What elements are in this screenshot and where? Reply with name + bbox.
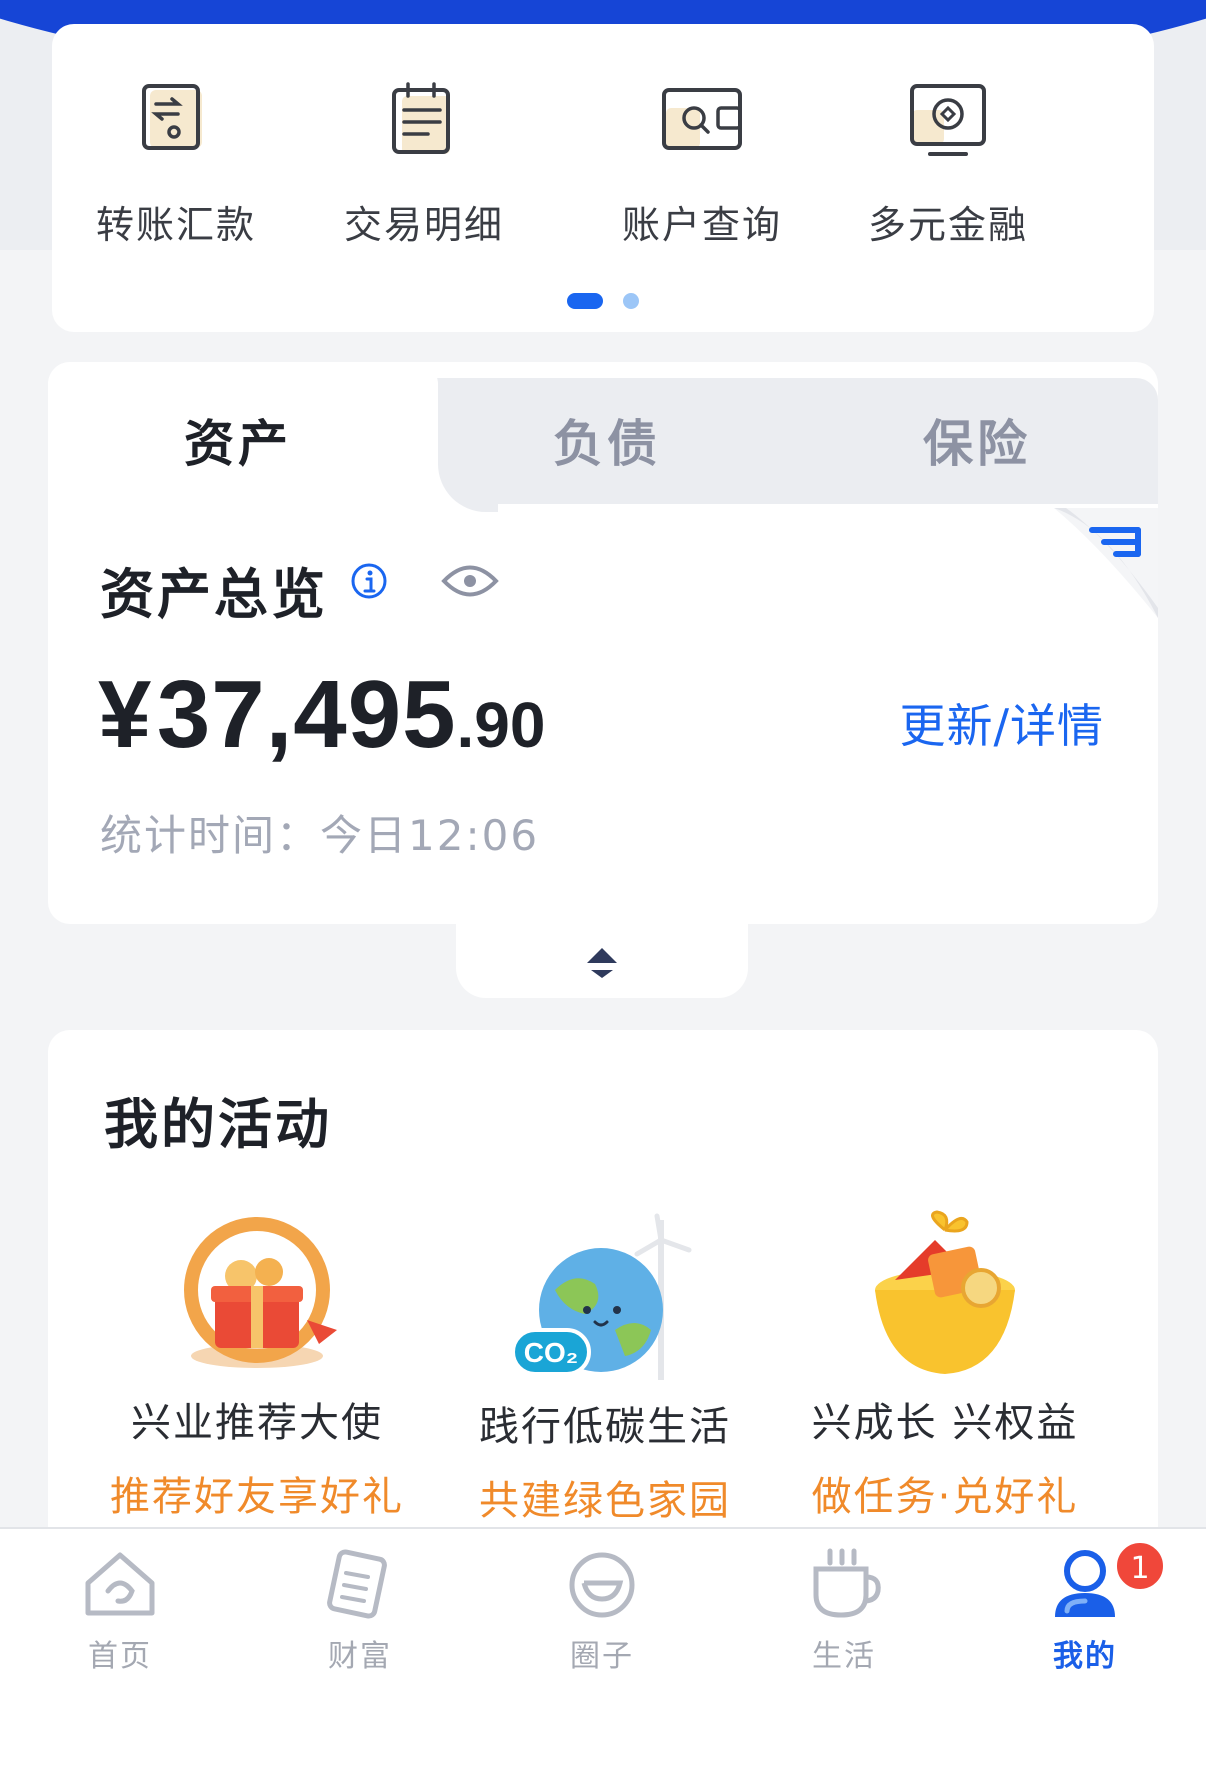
transfer-icon xyxy=(142,84,202,150)
account-query-icon xyxy=(662,88,742,150)
transaction-list-icon xyxy=(392,82,450,154)
quick-transfer-label: 转账汇款 xyxy=(95,203,256,247)
tab-curve xyxy=(438,462,498,512)
bottom-nav: 首页 财富 圈子 生活 我的 xyxy=(0,1527,1206,1770)
tab-assets[interactable]: 资产 xyxy=(184,404,292,476)
amount-integer: 37,495 xyxy=(156,661,457,768)
tab-liabilities[interactable]: 负债 xyxy=(553,404,661,476)
gift-coins-icon xyxy=(875,1210,1015,1374)
activities-title: 我的活动 xyxy=(104,1093,332,1156)
activity-low-carbon[interactable]: CO₂ 践行低碳生活 共建绿色家园 xyxy=(440,1210,770,1526)
nav-home-label: 首页 xyxy=(88,1639,152,1674)
eye-icon[interactable] xyxy=(440,558,500,604)
quick-services-card: 转账汇款 交易明细 账户查询 多元金融 xyxy=(52,24,1154,332)
quick-transactions-label: 交易明细 xyxy=(343,203,504,247)
quick-transactions[interactable]: 交易明细 xyxy=(314,80,534,249)
page-dot-active[interactable] xyxy=(567,292,603,309)
activity-referral-name: 兴业推荐大使 xyxy=(131,1400,383,1446)
tab-insurance[interactable]: 保险 xyxy=(923,404,1031,476)
quick-diversified-finance-label: 多元金融 xyxy=(867,203,1028,247)
activity-growth-sub: 做任务·兑好礼 xyxy=(811,1474,1079,1520)
wealth-icon xyxy=(327,1549,387,1619)
quick-account-query[interactable]: 账户查询 xyxy=(592,80,812,249)
amount-decimal: .90 xyxy=(456,689,546,761)
activity-referral[interactable]: 兴业推荐大使 推荐好友享好礼 xyxy=(92,1210,422,1522)
asset-card: 资产 负债 保险 资产总览 ¥ 37,495.90 更新/详情 统计时间：今日1… xyxy=(48,362,1158,924)
quick-diversified-finance[interactable]: 多元金融 xyxy=(838,80,1058,249)
currency-symbol: ¥ xyxy=(98,661,153,768)
activity-referral-sub: 推荐好友享好礼 xyxy=(110,1474,404,1520)
nav-profile-label: 我的 xyxy=(1053,1639,1117,1674)
collapse-toggle[interactable] xyxy=(456,924,748,998)
diversified-finance-icon xyxy=(910,84,986,156)
activity-low-carbon-sub: 共建绿色家园 xyxy=(479,1478,731,1524)
nav-circle[interactable]: 圈子 xyxy=(502,1547,702,1675)
collapse-arrow-icon xyxy=(587,948,617,978)
page-indicator xyxy=(52,290,1154,309)
nav-wealth-label: 财富 xyxy=(328,1639,392,1674)
activity-growth-name: 兴成长 兴权益 xyxy=(811,1400,1079,1446)
nav-wealth[interactable]: 财富 xyxy=(260,1547,460,1675)
earth-co2-icon: CO₂ xyxy=(511,1213,692,1380)
overview-title: 资产总览 xyxy=(100,563,328,626)
activity-low-carbon-name: 践行低碳生活 xyxy=(479,1404,731,1450)
stat-time: 统计时间：今日12:06 xyxy=(100,811,540,860)
nav-home[interactable]: 首页 xyxy=(20,1547,220,1675)
life-cup-icon xyxy=(813,1548,881,1618)
home-icon xyxy=(85,1552,155,1616)
profile-icon xyxy=(1055,1550,1115,1617)
activity-growth[interactable]: 兴成长 兴权益 做任务·兑好礼 xyxy=(780,1210,1110,1522)
quick-transfer[interactable]: 转账汇款 xyxy=(66,80,286,249)
update-details-link[interactable]: 更新/详情 xyxy=(900,690,1105,756)
gift-box-ring-icon xyxy=(184,1217,337,1368)
info-icon[interactable] xyxy=(350,562,388,600)
nav-life-label: 生活 xyxy=(812,1639,876,1674)
nav-circle-label: 圈子 xyxy=(570,1639,634,1674)
svg-text:CO₂: CO₂ xyxy=(524,1337,578,1368)
circle-icon xyxy=(569,1552,635,1618)
quick-account-query-label: 账户查询 xyxy=(621,203,782,247)
nav-life[interactable]: 生活 xyxy=(744,1547,944,1675)
total-amount: ¥ 37,495.90 xyxy=(98,660,545,770)
notification-badge: 1 xyxy=(1114,1540,1166,1592)
filter-icon[interactable] xyxy=(1042,508,1158,618)
page-dot[interactable] xyxy=(623,292,639,309)
